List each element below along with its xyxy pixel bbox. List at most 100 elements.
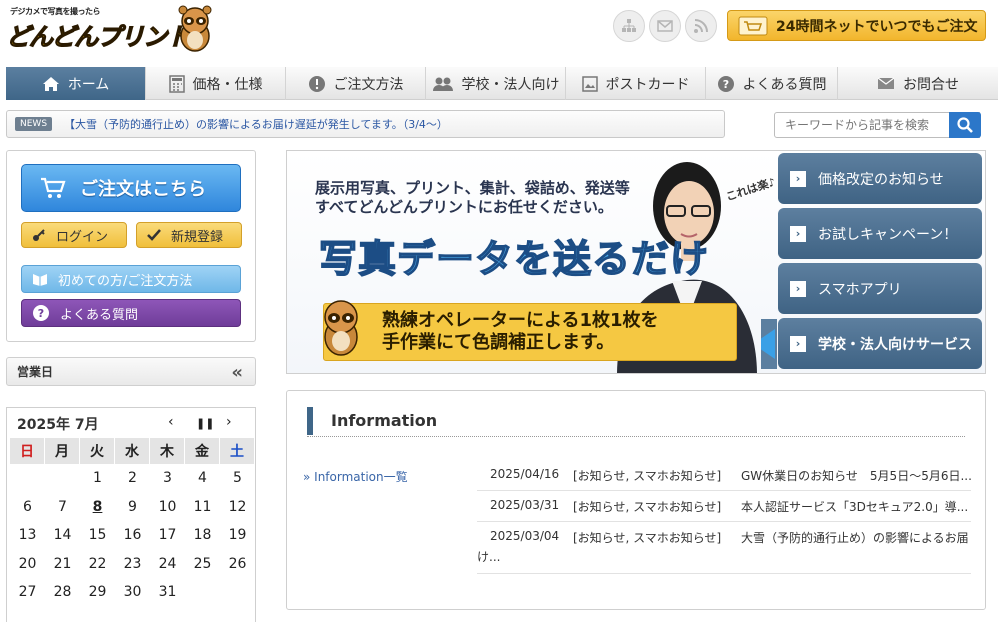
hero-ribbon-line2: 手作業にて色調補正します。	[382, 332, 615, 353]
calendar-weekday: 火	[80, 438, 115, 464]
order-button[interactable]: ご注文はこちら	[21, 164, 241, 212]
faq-label: よくある質問	[60, 307, 139, 323]
calendar-day: 18	[193, 527, 212, 544]
hero-subtitle: 展示用写真、プリント、集計、袋詰め、発送等 すべてどんどんプリントにお任せくださ…	[315, 179, 630, 217]
calendar-day	[185, 578, 220, 607]
next-month-icon[interactable]: ›	[226, 414, 232, 430]
calendar-day: 20	[18, 555, 37, 572]
info-title: 大雪（予防的通行止め）の影響によるお届	[741, 531, 969, 545]
calendar-dow-row: 日月火水木金土	[10, 438, 255, 464]
calendar-header-label: 営業日	[17, 365, 54, 379]
calendar-day: 10	[158, 498, 177, 515]
information-all-link[interactable]: » Information一覧	[303, 468, 408, 485]
svg-text:?: ?	[38, 307, 44, 320]
calendar-grid: 日月火水木金土 1 2 3 4 5 6 7 8 9 10 11 12 13 14 15 16 17 18 19 20 21…	[10, 438, 255, 607]
order-button-label: ご注文はこちら	[80, 179, 206, 200]
login-button[interactable]: ログイン	[21, 222, 127, 248]
nav-home[interactable]: ホーム	[6, 67, 146, 100]
hero-headline: 写真データを送るだけ	[318, 236, 710, 282]
check-icon	[147, 229, 161, 241]
prev-month-icon[interactable]: ‹	[168, 414, 174, 430]
login-label: ログイン	[56, 229, 109, 245]
side-link-trial-campaign[interactable]: › お試しキャンペーン！	[778, 208, 982, 259]
side-link-school-corporate[interactable]: › 学校・法人向けサービス	[778, 318, 982, 369]
nav-order-method[interactable]: ご注文方法	[286, 67, 426, 100]
info-category: [お知らせ, スマホお知らせ]	[573, 469, 722, 483]
calendar-day: 17	[158, 527, 177, 544]
chevron-right-icon: ›	[790, 280, 806, 297]
calendar-day: 5	[233, 470, 242, 487]
calendar-day: 30	[123, 584, 142, 601]
calendar-day	[10, 464, 45, 493]
info-row[interactable]: 2025/03/04 [お知らせ, スマホお知らせ] 大雪（予防的通行止め）の影…	[477, 529, 971, 574]
calendar-weekday: 水	[115, 438, 150, 464]
nav-school-corporate[interactable]: 学校・法人向け	[426, 67, 566, 100]
register-button[interactable]: 新規登録	[136, 222, 242, 248]
info-row[interactable]: 2025/04/16 [お知らせ, スマホお知らせ] GW休業日のお知らせ 5月…	[477, 467, 972, 491]
calendar-day: 14	[53, 527, 72, 544]
nav-postcard[interactable]: ポストカード	[566, 67, 706, 100]
calendar-day: 6	[23, 498, 32, 515]
search-button[interactable]	[949, 112, 981, 138]
calendar-week-row: 1 2 3 4 5	[10, 464, 255, 493]
calendar-weekday: 土	[220, 438, 255, 464]
calendar-day	[45, 464, 80, 493]
logo-text: どんどんプリント	[5, 22, 190, 51]
site-logo[interactable]: デジカメで写真を撮ったら どんどんプリント	[5, 4, 216, 56]
collapse-chevron-icon[interactable]: «	[231, 362, 243, 383]
calendar-day: 19	[228, 527, 247, 544]
tanuki-mascot-icon	[178, 5, 212, 52]
chevron-right-icon: ›	[790, 335, 806, 352]
calendar-day: 29	[88, 584, 107, 601]
calendar-day: 2	[128, 470, 137, 487]
search-icon	[957, 117, 973, 133]
postcard-icon	[581, 75, 598, 92]
calendar-day: 4	[198, 470, 207, 487]
info-category: [お知らせ, スマホお知らせ]	[573, 500, 722, 514]
member-panel: ご注文はこちら ログイン 新規登録 初めての方/ご注文方法 ? よくある質問	[6, 150, 256, 342]
mail-icon[interactable]	[649, 10, 681, 42]
information-panel: Information » Information一覧 2025/04/16 […	[286, 390, 986, 610]
news-bar: NEWS 【大雪（予防的通行止め）の影響によるお届け遅延が発生してます。（3/4…	[6, 110, 725, 138]
news-link[interactable]: 【大雪（予防的通行止め）の影響によるお届け遅延が発生してます。（3/4～）	[64, 116, 448, 132]
nav-label: よくある質問	[742, 76, 827, 93]
main-nav: ホーム 価格・仕様 ご注文方法 学校・法人向け ポストカード ? よくある質問 …	[6, 67, 998, 100]
calendar-day: 25	[193, 555, 212, 572]
home-icon	[42, 76, 59, 91]
calendar-day: 23	[123, 555, 142, 572]
slider-handle[interactable]	[753, 319, 777, 369]
faq-button[interactable]: ? よくある質問	[21, 299, 241, 327]
sitemap-icon[interactable]	[613, 10, 645, 42]
info-row[interactable]: 2025/03/31 [お知らせ, スマホお知らせ] 本人認証サービス「3Dセキ…	[477, 498, 971, 522]
divider	[307, 436, 965, 437]
information-title: Information	[307, 407, 965, 435]
rss-icon[interactable]	[685, 10, 717, 42]
guide-button[interactable]: 初めての方/ご注文方法	[21, 265, 241, 293]
calendar-day: 28	[53, 584, 72, 601]
side-link-label: 学校・法人向けサービス	[818, 336, 972, 353]
cart-icon	[41, 177, 66, 198]
pause-icon[interactable]: ❚❚	[196, 417, 214, 430]
info-date: 2025/03/04	[490, 529, 560, 543]
calendar-week-row: 6 7 8 9 10 11 12	[10, 493, 255, 522]
nav-pricing[interactable]: 価格・仕様	[146, 67, 286, 100]
hero-subtitle-line2: すべてどんどんプリントにお任せください。	[315, 198, 613, 216]
people-icon	[432, 77, 453, 91]
order-24h-banner[interactable]: 24時間ネットでいつでもご注文	[727, 10, 986, 41]
side-link-smartphone-app[interactable]: › スマホアプリ	[778, 263, 982, 314]
calendar-day: 3	[163, 470, 172, 487]
calculator-icon	[168, 74, 185, 93]
calendar-day: 1	[93, 470, 102, 487]
register-label: 新規登録	[171, 229, 224, 245]
calendar-week-row: 13 14 15 16 17 18 19	[10, 521, 255, 550]
calendar-day: 9	[128, 498, 137, 515]
chevron-right-icon: ›	[790, 170, 806, 187]
nav-contact[interactable]: お問合せ	[838, 67, 998, 100]
calendar-day: 26	[228, 555, 247, 572]
nav-faq[interactable]: ? よくある質問	[706, 67, 838, 100]
svg-text:?: ?	[722, 78, 728, 91]
side-link-price-revision[interactable]: › 価格改定のお知らせ	[778, 153, 982, 204]
business-calendar: 2025年 7月 ‹ ❚❚ › 日月火水木金土 1 2 3 4 5 6 7 8 9 10 11 12 13…	[6, 407, 256, 622]
calendar-weekday: 木	[150, 438, 185, 464]
calendar-day: 24	[158, 555, 177, 572]
